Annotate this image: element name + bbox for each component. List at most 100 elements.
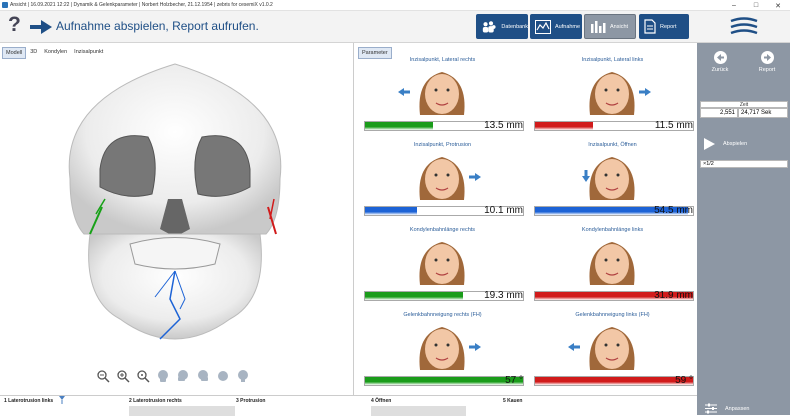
zoom-reset-icon[interactable]	[136, 369, 150, 383]
face-illustration	[419, 242, 465, 285]
parameter-cell: Inzisalpunkt, Lateral links 11.5 mm	[528, 57, 697, 139]
parameter-cell: Gelenkbahnneigung rechts (FH) 57 °	[358, 312, 527, 394]
window-title: Ansicht | 16.09.2021 12:22 | Dynamik & G…	[10, 2, 273, 8]
timeline-segment-label[interactable]: 5 Kauen	[503, 398, 522, 404]
view-toolbar	[96, 369, 256, 383]
recording-timeline[interactable]: 1 Laterotrusion links 2 Laterotrusion re…	[0, 395, 697, 416]
maximize-button[interactable]: □	[746, 0, 766, 11]
parameter-bar	[364, 376, 524, 386]
tab-modell[interactable]: Modell	[2, 47, 27, 59]
adjust-label: Anpassen	[725, 405, 750, 412]
view-right-icon[interactable]	[196, 369, 210, 383]
parameter-title: Inzisalpunkt, Öffnen	[588, 142, 637, 148]
view-front-icon[interactable]	[156, 369, 170, 383]
nav-aufnahme-button[interactable]: Aufnahme	[530, 14, 582, 39]
nav-ansicht-button[interactable]: Ansicht	[584, 14, 636, 39]
document-icon	[644, 19, 656, 34]
parameter-title: Gelenkbahnneigung rechts (FH)	[403, 312, 482, 318]
time-current[interactable]: 2,551	[700, 108, 738, 118]
tab-kondylen[interactable]: Kondylen	[41, 47, 70, 59]
people-icon	[482, 20, 496, 32]
header-bar: ? Aufnahme abspielen, Report aufrufen. D…	[0, 11, 790, 43]
report-label: Report	[758, 67, 776, 73]
time-total: 24,717 Sek	[738, 108, 788, 118]
tab-3d[interactable]: 3D	[27, 47, 40, 59]
skull-model[interactable]	[30, 59, 320, 359]
nav-ansicht-label: Ansicht	[610, 23, 629, 30]
nav-datenbank-button[interactable]: Datenbank	[476, 14, 528, 39]
parameter-cell: Inzisalpunkt, Öffnen 54.5 mm	[528, 142, 697, 224]
speed-select[interactable]: ×1/2	[700, 160, 788, 168]
parameter-title: Kondylenbahnlänge rechts	[409, 227, 476, 233]
control-sidebar: Zurück Report Zeit 2,551 24,717 Sek Absp…	[697, 43, 790, 415]
parameter-value: 13.5 mm	[484, 120, 523, 131]
timeline-segment-label[interactable]: 4 Öffnen	[371, 398, 391, 404]
back-label: Zurück	[711, 67, 729, 73]
face-illustration	[589, 242, 635, 285]
forward-arrow-icon	[760, 51, 774, 64]
face-illustration	[568, 327, 635, 370]
window-titlebar: Ansicht | 16.09.2021 12:22 | Dynamik & G…	[0, 0, 790, 11]
nav-report-button[interactable]: Report	[639, 14, 689, 39]
face-illustration	[582, 157, 635, 200]
app-icon	[2, 2, 8, 8]
time-display: Zeit 2,551 24,717 Sek	[700, 101, 788, 119]
parameter-bar	[534, 376, 694, 386]
sliders-icon	[705, 403, 717, 414]
parameter-value: 10.1 mm	[484, 205, 523, 216]
view-back-icon[interactable]	[236, 369, 250, 383]
parameter-value: 11.5 mm	[654, 120, 693, 131]
parameter-bar-fill	[535, 122, 594, 130]
back-button[interactable]: Zurück	[703, 51, 737, 73]
play-icon	[704, 138, 715, 150]
view-top-icon[interactable]	[216, 369, 230, 383]
play-button[interactable]: Abspielen	[703, 138, 747, 150]
parameter-bar-fill	[535, 377, 693, 385]
parameter-title: Gelenkbahnneigung links (FH)	[575, 312, 650, 318]
playhead-icon[interactable]	[59, 396, 65, 404]
nav-report-label: Report	[660, 23, 677, 30]
parameter-title: Kondylenbahnlänge links	[581, 227, 644, 233]
face-illustration	[398, 72, 465, 115]
parameter-title: Inzisalpunkt, Lateral rechts	[409, 57, 476, 63]
face-illustration	[589, 72, 651, 115]
model-viewport[interactable]: Modell 3D Kondylen Inzisalpunkt	[0, 43, 354, 395]
help-icon[interactable]: ?	[8, 13, 21, 37]
parameter-cell: Gelenkbahnneigung links (FH) 59 °	[528, 312, 697, 394]
parameter-value: 59 °	[675, 375, 693, 386]
page-headline: Aufnahme abspielen, Report aufrufen.	[56, 19, 259, 33]
parameter-cell: Kondylenbahnlänge links 31.9 mm	[528, 227, 697, 309]
bars-icon	[591, 20, 606, 33]
time-label: Zeit	[700, 101, 788, 108]
close-button[interactable]: ✕	[768, 0, 788, 11]
tab-inzisalpunkt[interactable]: Inzisalpunkt	[71, 47, 106, 59]
parameter-bar-fill	[365, 122, 433, 130]
parameter-bar-fill	[365, 292, 463, 300]
parameter-title: Inzisalpunkt, Protrusion	[413, 142, 472, 148]
parameter-value: 19.3 mm	[484, 290, 523, 301]
brand-logo-icon	[730, 17, 758, 35]
arrow-right-icon	[30, 20, 52, 34]
play-label: Abspielen	[723, 141, 748, 147]
parameter-bar-fill	[365, 377, 523, 385]
parameter-cell: Inzisalpunkt, Protrusion 10.1 mm	[358, 142, 527, 224]
timeline-segment-label[interactable]: 3 Protrusion	[236, 398, 265, 404]
parameter-panel: Parameter Inzisalpunkt, Lateral rechts 13…	[355, 43, 697, 395]
parameter-cell: Inzisalpunkt, Lateral rechts 13.5 mm	[358, 57, 527, 139]
parameter-value: 57 °	[505, 375, 523, 386]
adjust-button[interactable]: Anpassen	[705, 403, 749, 414]
timeline-segment-label[interactable]: 1 Laterotrusion links	[4, 398, 53, 404]
timeline-segment-label[interactable]: 2 Laterotrusion rechts	[129, 398, 182, 404]
view-left-icon[interactable]	[176, 369, 190, 383]
parameter-value: 54.5 mm	[654, 205, 693, 216]
view-tabs: Modell 3D Kondylen Inzisalpunkt	[2, 47, 107, 59]
minimize-button[interactable]: –	[724, 0, 744, 11]
parameter-value: 31.9 mm	[654, 290, 693, 301]
face-illustration	[419, 157, 481, 200]
zoom-out-icon[interactable]	[96, 369, 110, 383]
parameter-cell: Kondylenbahnlänge rechts 19.3 mm	[358, 227, 527, 309]
zoom-in-icon[interactable]	[116, 369, 130, 383]
report-button[interactable]: Report	[750, 51, 784, 73]
nav-datenbank-label: Datenbank	[501, 23, 528, 30]
chart-icon	[535, 19, 551, 34]
